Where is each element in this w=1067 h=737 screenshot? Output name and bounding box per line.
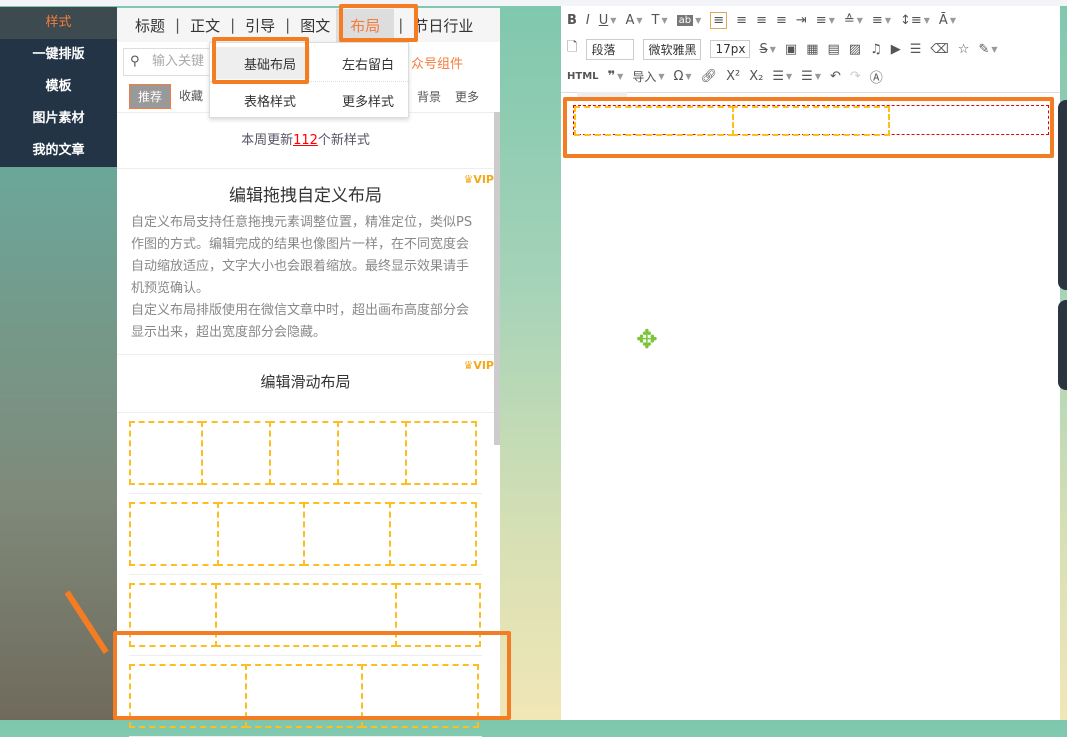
vip-badge: ♛VIP bbox=[463, 173, 494, 186]
subtab-background[interactable]: 背景 bbox=[417, 90, 441, 104]
tab-guide[interactable]: 引导 bbox=[239, 15, 281, 36]
move-cursor-icon: ✥ bbox=[636, 325, 658, 355]
card-desc: 自定义布局支持任意拖拽元素调整位置，精准定位，类似PS作图的方式。编辑完成的结果… bbox=[131, 215, 473, 296]
link-icon[interactable]: 🔗︎ bbox=[701, 69, 718, 84]
highlight-basic-layout bbox=[212, 37, 309, 84]
subtab-recommend[interactable]: 推荐 bbox=[129, 84, 172, 109]
left-nav: 样式 一键排版 模板 图片素材 我的文章 bbox=[0, 7, 117, 167]
ordered-list-icon[interactable]: ☰ bbox=[772, 69, 784, 84]
card-title: 编辑拖拽自定义布局 bbox=[229, 186, 382, 206]
nav-my-articles[interactable]: 我的文章 bbox=[0, 135, 117, 167]
nav-images[interactable]: 图片素材 bbox=[0, 103, 117, 135]
tab-holiday[interactable]: 节日行业 bbox=[407, 15, 479, 36]
tab-title[interactable]: 标题 bbox=[129, 15, 171, 36]
bold-button[interactable]: B bbox=[567, 13, 577, 28]
bg-color-button[interactable]: T bbox=[652, 13, 660, 28]
search-icon: ⚲ bbox=[130, 54, 140, 69]
video-icon[interactable]: ▶ bbox=[891, 42, 901, 57]
card-desc: 自定义布局排版使用在微信文章中时，超出画布高度部分会显示出来，超出宽度部分会隐藏… bbox=[131, 303, 470, 340]
undo-icon[interactable]: ↶ bbox=[830, 69, 841, 84]
toolbar-row-3: HTML ❞ ▼ 导入 ▼ Ω ▼ 🔗︎ X² X₂ ☰ ▼ ☰ ▼ ↶ ↷ Ⓐ bbox=[567, 67, 883, 86]
menu-table-style[interactable]: 表格样式 bbox=[244, 91, 296, 110]
toolbar-row-1: B I U ▼ A ▼ T ▼ ab ▼ ≡ ≡ ≡ ≡ ⇥ ≡ ▼ ≙ ▼ ≡ ▼ ↕≡ ▼ … bbox=[567, 12, 956, 29]
underline-button[interactable]: U bbox=[599, 13, 609, 28]
omega-icon[interactable]: Ω bbox=[673, 69, 683, 84]
word-icon[interactable]: ▣ bbox=[785, 42, 797, 57]
sub-tabs: 推荐 收藏 bbox=[129, 84, 211, 109]
subtab-more[interactable]: 更多 bbox=[455, 90, 479, 104]
image-table-icon[interactable]: ▦ bbox=[806, 42, 818, 57]
italic-button[interactable]: I bbox=[586, 13, 590, 28]
spacing-icon[interactable]: ≡ bbox=[816, 13, 827, 28]
superscript-icon[interactable]: X² bbox=[726, 69, 740, 84]
shape-icon[interactable]: ☆ bbox=[958, 42, 970, 57]
highlight-3col bbox=[113, 631, 511, 720]
layout-4col[interactable] bbox=[129, 494, 482, 575]
tab-body[interactable]: 正文 bbox=[184, 15, 226, 36]
style-list: 本周更新112个新样式 ♛VIP 编辑拖拽自定义布局 自定义布局支持任意拖拽元素… bbox=[117, 112, 494, 737]
magic-wand-icon[interactable]: ✎ bbox=[978, 42, 989, 57]
import-button[interactable]: 导入 bbox=[632, 68, 656, 85]
indent-icon[interactable]: ⇥ bbox=[796, 13, 807, 28]
card-title: 编辑滑动布局 bbox=[260, 373, 351, 391]
nav-template[interactable]: 模板 bbox=[0, 71, 117, 103]
align-right-icon[interactable]: ≡ bbox=[756, 13, 767, 28]
highlight-button[interactable]: ab bbox=[676, 15, 694, 26]
eraser-icon[interactable]: ⌫ bbox=[930, 42, 948, 57]
side-panel-tab[interactable] bbox=[1058, 100, 1067, 290]
subscript-icon[interactable]: X₂ bbox=[749, 69, 763, 84]
nav-one-click[interactable]: 一键排版 bbox=[0, 39, 117, 71]
update-count[interactable]: 112 bbox=[293, 133, 318, 148]
nav-style[interactable]: 样式 bbox=[0, 7, 117, 39]
redo-icon[interactable]: ↷ bbox=[850, 69, 861, 84]
side-panel-tab[interactable] bbox=[1058, 300, 1067, 390]
paragraph-select[interactable]: 段落 bbox=[586, 38, 635, 60]
row-spacing-icon[interactable]: ≙ bbox=[844, 13, 855, 28]
toolbar-row-2: 🗋 段落 微软雅黑 17px S ▼ ▣ ▦ ▤ ▨ ♫ ▶ ☰ ⌫ ☆ ✎ ▼ bbox=[567, 38, 998, 60]
menu-margin[interactable]: 左右留白 bbox=[342, 54, 394, 73]
highlight-inserted-layout bbox=[563, 97, 1054, 158]
subtab-favorites[interactable]: 收藏 bbox=[171, 84, 211, 109]
search-replace-icon[interactable]: Ⓐ bbox=[870, 67, 883, 86]
html-button[interactable]: HTML bbox=[567, 71, 599, 82]
highlight-layout-tab bbox=[339, 4, 418, 42]
font-color-button[interactable]: A bbox=[625, 13, 634, 28]
tab-image-text[interactable]: 图文 bbox=[294, 15, 336, 36]
justify-icon[interactable]: ≡ bbox=[776, 13, 787, 28]
line-height-icon[interactable]: ↕≡ bbox=[900, 13, 922, 28]
update-notice: 本周更新112个新样式 bbox=[117, 113, 494, 169]
strikethrough-icon[interactable]: S bbox=[759, 42, 767, 57]
scrollbar[interactable] bbox=[494, 112, 500, 445]
new-doc-icon[interactable]: 🗋 bbox=[567, 38, 577, 60]
layout-5col[interactable] bbox=[129, 413, 482, 494]
align-left-icon[interactable]: ≡ bbox=[710, 12, 728, 29]
vip-badge: ♛VIP bbox=[463, 359, 494, 372]
letter-spacing-icon[interactable]: Ā bbox=[939, 13, 948, 28]
music-icon[interactable]: ♫ bbox=[870, 42, 882, 57]
image-icon[interactable]: ▨ bbox=[849, 42, 861, 57]
card-slide-layout[interactable]: ♛VIP 编辑滑动布局 bbox=[117, 355, 494, 413]
size-select[interactable]: 17px bbox=[710, 40, 751, 58]
gzh-component-link[interactable]: 众号组件 bbox=[411, 53, 463, 72]
align-center-icon[interactable]: ≡ bbox=[736, 13, 747, 28]
background bbox=[0, 160, 130, 720]
divider-icon[interactable]: ☰ bbox=[910, 42, 922, 57]
table-icon[interactable]: ▤ bbox=[827, 42, 839, 57]
quote-icon[interactable]: ❞ bbox=[608, 69, 616, 84]
font-select[interactable]: 微软雅黑 bbox=[643, 38, 702, 60]
para-spacing-icon[interactable]: ≡ bbox=[872, 13, 883, 28]
menu-more-style[interactable]: 更多样式 bbox=[342, 91, 394, 110]
unordered-list-icon[interactable]: ☰ bbox=[801, 69, 813, 84]
card-custom-layout[interactable]: ♛VIP 编辑拖拽自定义布局 自定义布局支持任意拖拽元素调整位置，精准定位，类似… bbox=[117, 169, 494, 355]
